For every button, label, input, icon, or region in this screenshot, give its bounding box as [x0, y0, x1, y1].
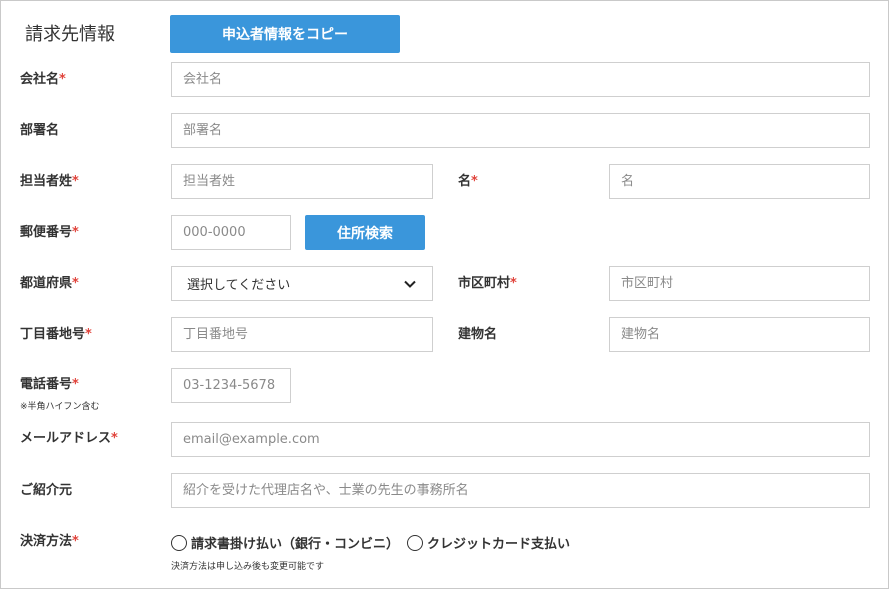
- street-input[interactable]: [171, 317, 433, 352]
- city-label: 市区町村*: [458, 276, 517, 291]
- postal-input[interactable]: [171, 215, 291, 250]
- company-label: 会社名*: [20, 72, 66, 87]
- department-input[interactable]: [171, 113, 870, 148]
- radio-button[interactable]: [407, 534, 424, 551]
- first-name-input[interactable]: [609, 164, 870, 199]
- postal-label: 郵便番号*: [20, 225, 79, 240]
- building-label: 建物名: [458, 327, 498, 342]
- copy-applicant-button[interactable]: 申込者情報をコピー: [170, 15, 400, 53]
- radio-button[interactable]: [171, 534, 187, 551]
- email-input[interactable]: [171, 422, 870, 457]
- address-search-button[interactable]: 住所検索: [305, 215, 425, 250]
- prefecture-selected-value: 選択してください: [187, 278, 291, 293]
- phone-note: ※半角ハイフン含む: [20, 402, 100, 412]
- payment-option-invoice[interactable]: 請求書掛け払い（銀行・コンビニ）: [171, 533, 399, 552]
- email-label: メールアドレス*: [20, 431, 118, 446]
- referral-input[interactable]: [171, 473, 870, 508]
- referral-label: ご紹介元: [20, 483, 73, 498]
- street-label: 丁目番地号*: [20, 327, 92, 342]
- prefecture-label: 都道府県*: [20, 276, 79, 291]
- building-input[interactable]: [609, 317, 870, 352]
- payment-option-card[interactable]: クレジットカード支払い: [407, 533, 570, 552]
- payment-option-invoice-label: 請求書掛け払い（銀行・コンビニ）: [191, 537, 400, 552]
- last-name-label: 担当者姓*: [20, 174, 79, 189]
- last-name-input[interactable]: [171, 164, 433, 199]
- chevron-down-icon: [404, 280, 416, 288]
- section-title: 請求先情報: [25, 24, 115, 45]
- first-name-label: 名*: [458, 174, 478, 189]
- company-input[interactable]: [171, 62, 870, 97]
- payment-option-card-label: クレジットカード支払い: [427, 537, 571, 552]
- payment-radio-group: 請求書掛け払い（銀行・コンビニ） クレジットカード支払い: [171, 533, 578, 552]
- phone-input[interactable]: [171, 368, 291, 403]
- phone-label: 電話番号*: [20, 377, 79, 392]
- department-label: 部署名: [20, 123, 60, 138]
- payment-note: 決済方法は申し込み後も変更可能です: [171, 562, 325, 572]
- city-input[interactable]: [609, 266, 870, 301]
- payment-label: 決済方法*: [20, 534, 79, 549]
- prefecture-select[interactable]: 選択してください: [171, 266, 433, 301]
